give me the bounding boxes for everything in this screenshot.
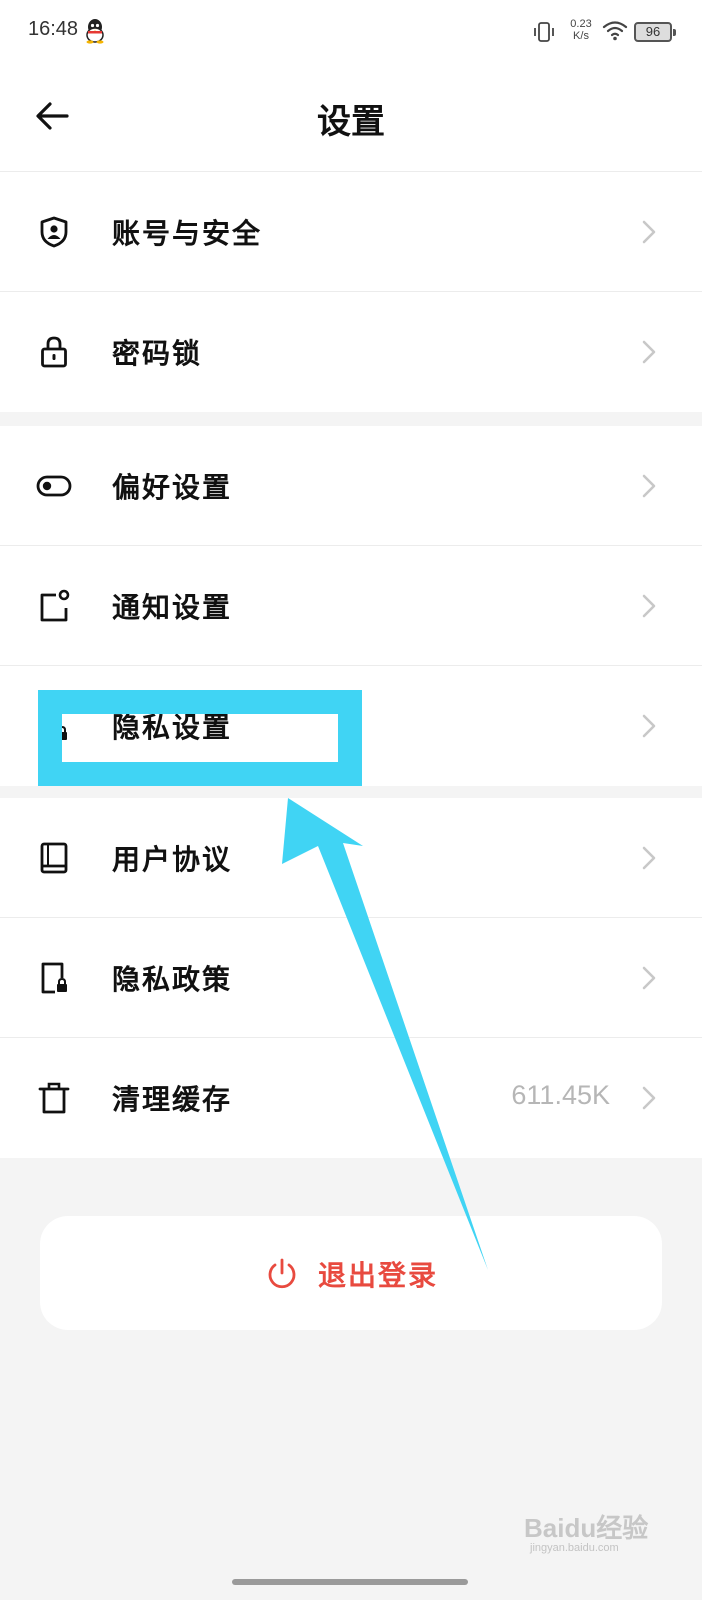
- watermark-text: Baidu经验: [524, 1513, 649, 1543]
- battery-indicator: 96: [634, 22, 676, 42]
- network-speed-unit: K/s: [573, 30, 589, 42]
- chevron-right-icon: [642, 714, 656, 738]
- settings-item-label: 偏好设置: [112, 471, 233, 504]
- logout-label: 退出登录: [317, 1259, 438, 1292]
- settings-item-label: 用户协议: [112, 843, 233, 876]
- book-icon: [40, 842, 68, 874]
- settings-item-account-security[interactable]: 账号与安全: [0, 172, 702, 292]
- settings-item-label: 隐私政策: [112, 963, 233, 996]
- settings-item-preferences[interactable]: 偏好设置: [0, 426, 702, 546]
- baidu-watermark: Baidu经验 jingyan.baidu.com: [524, 1498, 674, 1554]
- shield-user-icon: [40, 216, 68, 248]
- vibrate-icon: [534, 22, 554, 42]
- settings-item-label: 清理缓存: [112, 1083, 233, 1116]
- chevron-right-icon: [642, 594, 656, 618]
- status-time: 16:48: [28, 18, 79, 40]
- settings-item-user-agreement[interactable]: 用户协议: [0, 798, 702, 918]
- settings-item-password-lock[interactable]: 密码锁: [0, 292, 702, 412]
- settings-item-privacy-settings[interactable]: 隐私设置: [0, 666, 702, 786]
- settings-item-label: 账号与安全: [112, 217, 263, 250]
- settings-group-preferences: 偏好设置 通知设置 隐私设置: [0, 426, 702, 786]
- qq-icon: [86, 19, 104, 44]
- settings-item-notifications[interactable]: 通知设置: [0, 546, 702, 666]
- home-indicator[interactable]: [232, 1579, 468, 1585]
- network-speed: 0.23 K/s: [566, 18, 596, 42]
- settings-item-label: 通知设置: [112, 591, 233, 624]
- settings-item-label: 密码锁: [112, 337, 203, 370]
- chevron-right-icon: [642, 846, 656, 870]
- privacy-person-lock-icon: [39, 710, 67, 740]
- settings-group-account: 账号与安全 密码锁: [0, 172, 702, 412]
- chevron-right-icon: [642, 340, 656, 364]
- chevron-right-icon: [642, 966, 656, 990]
- chevron-right-icon: [642, 220, 656, 244]
- header: 设置: [0, 64, 702, 172]
- power-icon: [268, 1258, 296, 1289]
- page-title: 设置: [317, 102, 385, 142]
- network-speed-value: 0.23: [570, 18, 592, 30]
- toggle-icon: [36, 475, 72, 497]
- wifi-icon: [602, 21, 628, 41]
- chevron-right-icon: [642, 474, 656, 498]
- logout-content: 退出登录: [40, 1254, 662, 1294]
- settings-item-label: 隐私设置: [112, 711, 233, 744]
- watermark-url: jingyan.baidu.com: [530, 1542, 619, 1554]
- logout-button[interactable]: 退出登录: [40, 1216, 662, 1330]
- lock-icon: [41, 336, 67, 368]
- settings-group-legal: 用户协议 隐私政策 清理缓存 611.45K: [0, 798, 702, 1158]
- cache-size-value: 611.45K: [511, 1080, 610, 1110]
- trash-icon: [38, 1082, 70, 1114]
- settings-item-clear-cache[interactable]: 清理缓存 611.45K: [0, 1038, 702, 1158]
- status-bar: 16:48 0.23 K/s 96: [0, 0, 702, 64]
- document-lock-icon: [41, 962, 67, 994]
- chevron-right-icon: [642, 1086, 656, 1110]
- settings-item-privacy-policy[interactable]: 隐私政策: [0, 918, 702, 1038]
- notification-icon: [40, 589, 70, 622]
